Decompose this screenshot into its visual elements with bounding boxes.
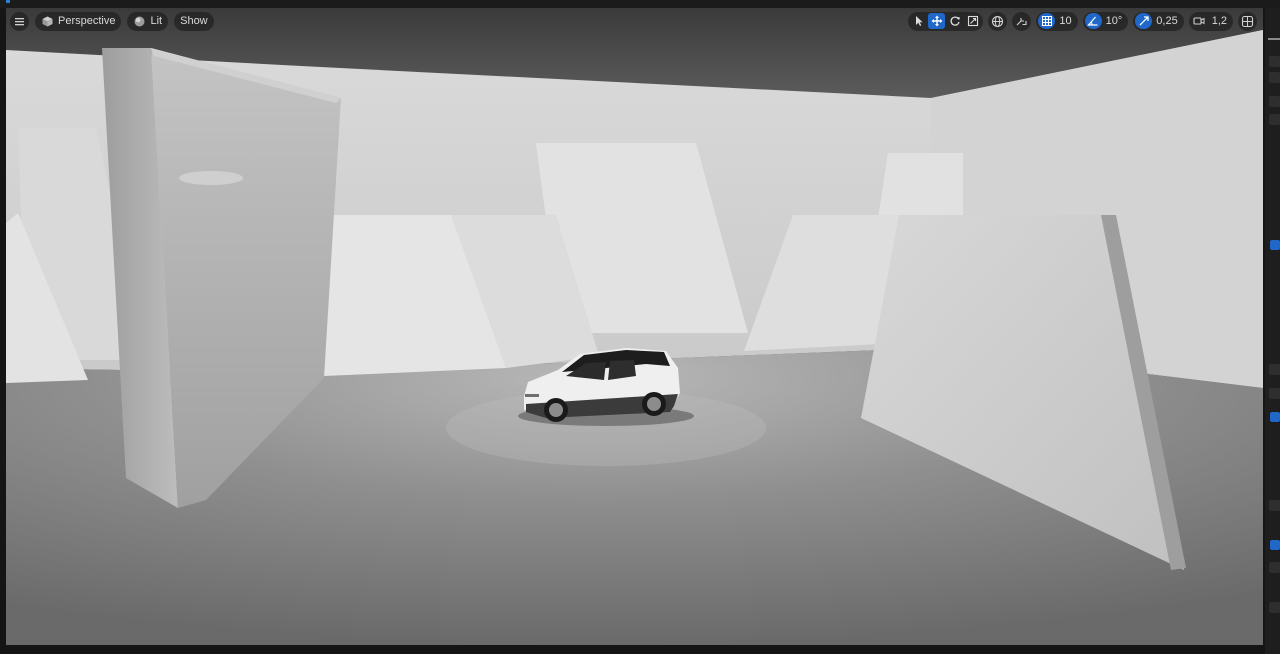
view-mode-button[interactable]: Perspective [35,11,122,31]
viewport-toolbar-right: 10 10° 0,25 1,2 [908,11,1257,31]
selected-item-indicator[interactable] [1270,240,1280,250]
viewport-options-button[interactable] [10,11,29,31]
show-flags-label: Show [180,15,208,27]
rotation-snap-value: 10° [1105,15,1123,27]
surface-snap-icon [1015,15,1028,28]
translate-tool-button[interactable] [928,13,946,29]
editor-window: Perspective Lit Show 10 10° 0,25 1,2 [0,0,1280,654]
camera-icon [1191,13,1208,29]
camera-speed-value: 1,2 [1211,15,1227,27]
panel-divider [1268,38,1280,40]
viewport-toolbar-left: Perspective Lit Show [10,11,214,31]
angle-icon [1084,13,1102,29]
layout-grid-icon [1241,15,1254,28]
chevron-down-icon[interactable] [1269,562,1280,573]
panel-button[interactable] [1269,72,1280,83]
viewport-layout-button[interactable] [1238,11,1257,31]
pencil-icon[interactable] [1269,364,1280,375]
rotate-tool-button[interactable] [946,13,963,29]
scale-arrow-icon [1135,13,1153,29]
select-tool-button[interactable] [910,13,927,29]
level-viewport[interactable]: Perspective Lit Show 10 10° 0,25 1,2 [6,8,1263,645]
details-panel-edge[interactable] [1265,8,1280,654]
transform-tools [908,11,984,31]
view-mode-label: Perspective [58,15,116,27]
title-strip [0,0,1280,8]
chevron-down-icon[interactable] [1269,602,1280,613]
grid-icon [1038,13,1056,29]
status-strip [0,645,1265,654]
show-flags-button[interactable]: Show [174,11,214,31]
scale-icon [967,15,978,27]
sphere-icon [133,15,146,28]
panel-button[interactable] [1269,388,1280,399]
cursor-arrow-icon [915,16,923,26]
panel-button[interactable] [1269,500,1280,511]
scale-tool-button[interactable] [964,13,981,29]
active-property-indicator[interactable] [1270,412,1280,422]
panel-button[interactable] [1269,114,1280,125]
lighting-mode-button[interactable]: Lit [127,11,169,31]
camera-speed-control[interactable]: 1,2 [1188,11,1233,31]
move-arrows-icon [931,15,943,27]
checkbox-icon[interactable] [1270,540,1280,550]
rotate-icon [950,16,960,26]
surface-snap-button[interactable] [1012,11,1032,31]
grid-snap-value: 10 [1059,15,1072,27]
grid-snap-control[interactable]: 10 [1036,11,1078,31]
eye-icon[interactable] [1269,96,1280,107]
lighting-mode-label: Lit [150,15,163,27]
hamburger-menu-icon [13,15,26,28]
panel-button[interactable] [1269,56,1280,67]
globe-icon [991,15,1004,28]
scale-snap-value: 0,25 [1156,15,1178,27]
cube-icon [41,15,54,28]
scale-snap-control[interactable]: 0,25 [1133,11,1184,31]
world-local-toggle[interactable] [988,11,1008,31]
scene-render[interactable] [6,8,1263,645]
active-tab-indicator [6,0,10,3]
rotation-snap-control[interactable]: 10° [1082,11,1129,31]
